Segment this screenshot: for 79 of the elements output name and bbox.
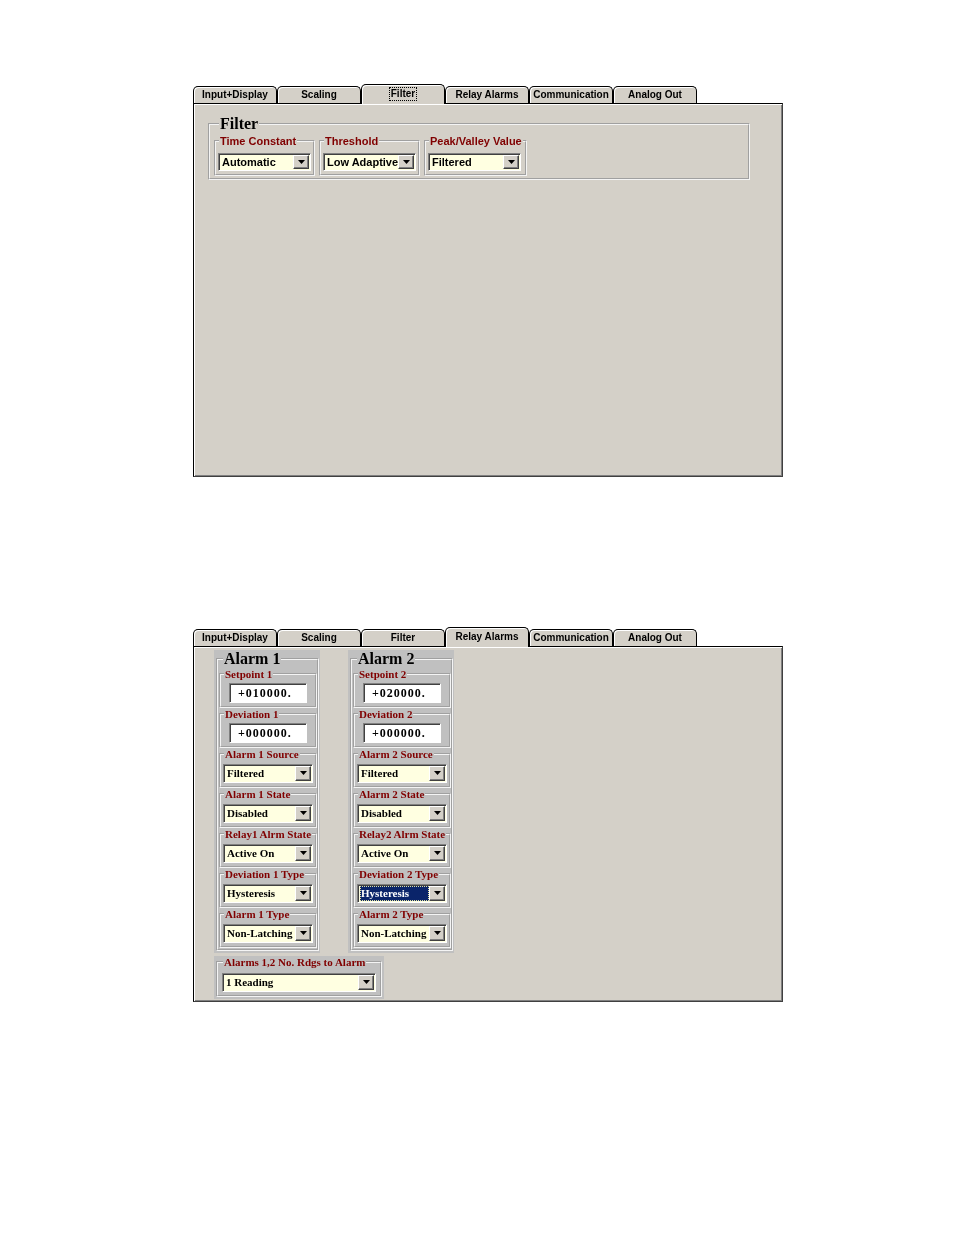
group-title: Alarm 1 [223, 650, 282, 668]
input-field[interactable]: +020000. [363, 683, 441, 703]
dropdown[interactable]: 1 Reading [222, 972, 376, 992]
dropdown-button[interactable] [398, 155, 414, 169]
tab[interactable]: Analog Out [613, 86, 697, 103]
field-label: Alarm 2 Source [358, 748, 434, 760]
dropdown-button[interactable] [295, 885, 311, 901]
tab[interactable]: Scaling [277, 629, 361, 646]
tab[interactable]: Filter [361, 84, 445, 104]
field-label: Deviation 2 Type [358, 868, 440, 880]
group-title: Alarm 2 [357, 650, 416, 668]
tab[interactable]: Filter [361, 629, 445, 646]
dropdown-button[interactable] [429, 805, 445, 821]
caret-icon [433, 931, 441, 935]
tab[interactable]: Input+Display [193, 629, 277, 646]
dropdown[interactable]: Filtered [357, 763, 447, 783]
group-title: Filter [219, 115, 260, 132]
dropdown-button[interactable] [429, 765, 445, 781]
dropdown[interactable]: Active On [357, 843, 447, 863]
field-label: Time Constant [219, 135, 298, 147]
caret-icon [402, 160, 410, 164]
caret-icon [433, 851, 441, 855]
caret-icon [297, 160, 305, 164]
field-label: Deviation 2 [358, 708, 414, 720]
field-label: Alarm 2 State [358, 788, 426, 800]
field-label: Alarm 1 Source [224, 748, 300, 760]
dropdown[interactable]: Automatic [218, 153, 311, 171]
tab[interactable]: Communication [529, 86, 613, 103]
dropdown[interactable]: Non-Latching [223, 923, 313, 943]
dropdown-button[interactable] [295, 925, 311, 941]
dropdown-button[interactable] [295, 805, 311, 821]
tab[interactable]: Relay Alarms [445, 627, 529, 647]
tab[interactable]: Relay Alarms [445, 86, 529, 103]
input-field[interactable]: +000000. [229, 723, 307, 743]
caret-icon [433, 811, 441, 815]
caret-icon [433, 891, 441, 895]
dropdown[interactable]: Disabled [223, 803, 313, 823]
field-label: Setpoint 1 [224, 668, 274, 680]
field-label: Threshold [324, 135, 380, 147]
dropdown-button[interactable] [295, 845, 311, 861]
field-label: Relay2 Alrm State [358, 828, 447, 840]
dropdown-button[interactable] [429, 925, 445, 941]
caret-icon [299, 811, 307, 815]
input-field[interactable]: +000000. [363, 723, 441, 743]
tab[interactable]: Analog Out [613, 629, 697, 646]
field-label: Deviation 1 [224, 708, 280, 720]
tab[interactable]: Communication [529, 629, 613, 646]
tab[interactable]: Input+Display [193, 86, 277, 103]
dropdown[interactable]: Filtered [428, 153, 521, 171]
dropdown-button[interactable] [295, 765, 311, 781]
dropdown[interactable]: Hysteresis [357, 883, 447, 903]
caret-icon [299, 891, 307, 895]
caret-icon [299, 931, 307, 935]
field-label: Alarm 2 Type [358, 908, 425, 920]
field-label: Relay1 Alrm State [224, 828, 313, 840]
field-label: Alarms 1,2 No. Rdgs to Alarm [223, 956, 367, 968]
dropdown[interactable]: Non-Latching [357, 923, 447, 943]
dropdown-button[interactable] [358, 974, 374, 990]
dropdown[interactable]: Low Adaptive [323, 153, 416, 171]
field-label: Peak/Valley Value [429, 135, 523, 147]
input-field[interactable]: +010000. [229, 683, 307, 703]
field-label: Alarm 1 State [224, 788, 292, 800]
caret-icon [362, 980, 370, 984]
caret-icon [299, 851, 307, 855]
caret-icon [507, 160, 515, 164]
tab[interactable]: Scaling [277, 86, 361, 103]
field-label: Setpoint 2 [358, 668, 408, 680]
field-label: Deviation 1 Type [224, 868, 306, 880]
dropdown[interactable]: Disabled [357, 803, 447, 823]
dropdown[interactable]: Filtered [223, 763, 313, 783]
dropdown[interactable]: Hysteresis [223, 883, 313, 903]
caret-icon [299, 771, 307, 775]
field-label: Alarm 1 Type [224, 908, 291, 920]
dropdown-button[interactable] [429, 885, 445, 901]
dropdown-button[interactable] [429, 845, 445, 861]
dropdown-button[interactable] [503, 155, 519, 169]
dropdown-button[interactable] [293, 155, 309, 169]
dropdown[interactable]: Active On [223, 843, 313, 863]
caret-icon [433, 771, 441, 775]
